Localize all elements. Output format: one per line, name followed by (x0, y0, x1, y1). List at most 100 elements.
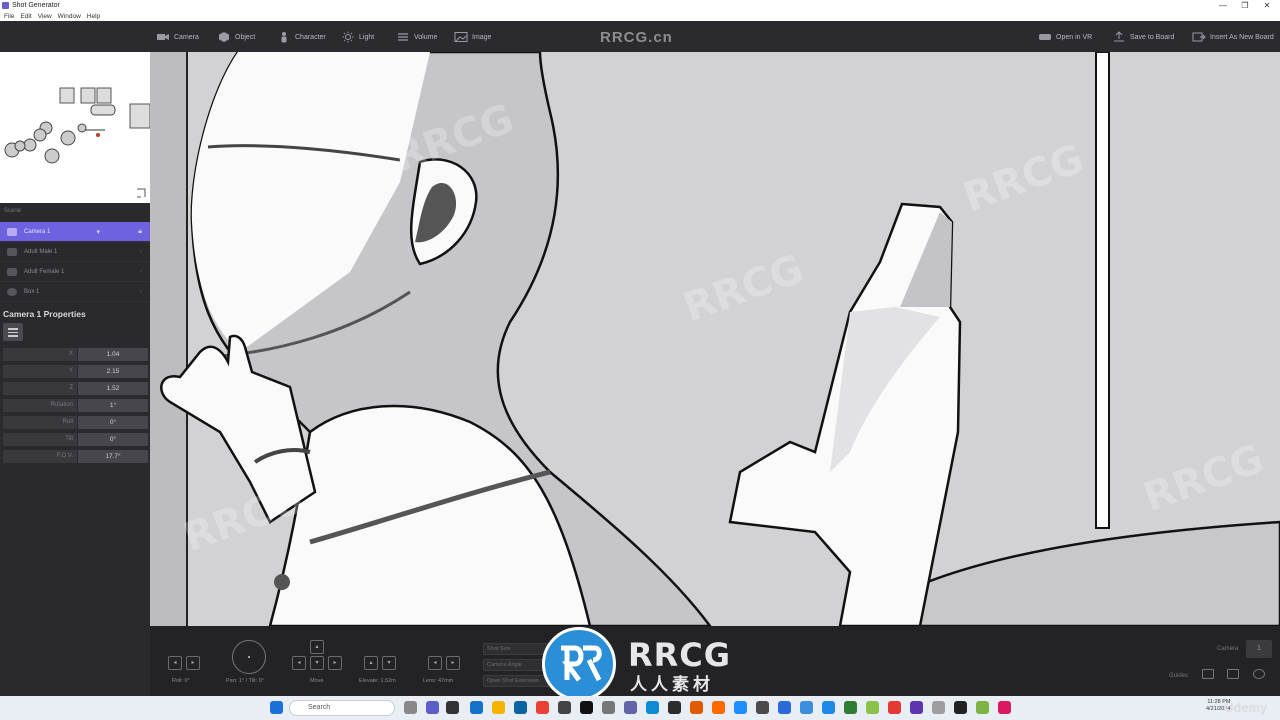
camera-angle-select[interactable]: Camera Angle (483, 659, 549, 671)
app-icon (2, 2, 9, 9)
maximize-button[interactable]: ❐ (1234, 0, 1256, 11)
person-icon (7, 268, 17, 276)
eye-guide-button[interactable] (1253, 669, 1265, 679)
move-up-button[interactable]: ▴ (310, 640, 324, 654)
app-icon[interactable] (470, 701, 483, 714)
camera-icon (157, 34, 169, 40)
add-object-button[interactable]: Object (217, 30, 255, 44)
app-icon[interactable] (998, 701, 1011, 714)
viewport-render: RRCG RRCG RRCG RRCG RRCG (150, 52, 1280, 626)
app-icon[interactable] (844, 701, 857, 714)
move-left-button[interactable]: ◂ (292, 656, 306, 670)
menu-icon[interactable] (3, 323, 23, 341)
save-to-board-button[interactable]: Save to Board (1112, 30, 1174, 44)
lock-icon[interactable]: 🔒︎ (138, 228, 142, 236)
person-icon (7, 248, 17, 256)
app-icon[interactable] (888, 701, 901, 714)
app-icon[interactable] (822, 701, 835, 714)
window-title: Shot Generator (12, 2, 60, 9)
watermark-logo: RRCG 人人素材 (542, 626, 742, 701)
teams-icon[interactable] (426, 701, 439, 714)
prop-y-field[interactable]: 2.15 (78, 365, 148, 378)
app-icon[interactable] (800, 701, 813, 714)
camera-icon (7, 228, 17, 236)
grid-guide-button[interactable] (1202, 669, 1214, 679)
add-image-button[interactable]: Image (454, 30, 491, 44)
image-icon (454, 32, 468, 42)
app-icon[interactable] (756, 701, 769, 714)
menu-edit[interactable]: Edit (20, 13, 31, 20)
app-icon[interactable] (932, 701, 945, 714)
prop-z-field[interactable]: 1.52 (78, 382, 148, 395)
move-down-button[interactable]: ▾ (310, 656, 324, 670)
prop-tilt: Tilt 0° (3, 433, 148, 447)
shot-extension-select[interactable]: Open Shot Extension (483, 675, 549, 687)
title-bar: Shot Generator — ❐ ✕ (0, 0, 1280, 11)
scene-item-adult-male[interactable]: Adult Male 1 › (0, 242, 150, 262)
add-volume-button[interactable]: Volume (396, 30, 437, 44)
app-icon[interactable] (976, 701, 989, 714)
prop-x-field[interactable]: 1.04 (78, 348, 148, 361)
close-button[interactable]: ✕ (1256, 0, 1278, 11)
chevron-down-icon[interactable]: ▾ (96, 228, 100, 236)
add-camera-button[interactable]: Camera (156, 30, 199, 44)
lens-in-button[interactable]: ▸ (446, 656, 460, 670)
unity-icon[interactable] (602, 701, 615, 714)
camera-label: Camera (1217, 646, 1239, 652)
app-icon[interactable] (690, 701, 703, 714)
prop-tilt-field[interactable]: 0° (78, 433, 148, 446)
expand-icon[interactable] (137, 188, 146, 198)
scene-item-box[interactable]: Box 1 › (0, 282, 150, 302)
add-character-button[interactable]: Character (277, 30, 326, 44)
menu-view[interactable]: View (38, 13, 52, 20)
minimize-button[interactable]: — (1212, 0, 1234, 11)
lens-out-button[interactable]: ◂ (428, 656, 442, 670)
app-icon[interactable] (954, 701, 967, 714)
taskbar-search[interactable]: Search (289, 700, 395, 716)
udemy-watermark: Udemy (1224, 700, 1268, 715)
elevate-up-button[interactable]: ▴ (364, 656, 378, 670)
edge-icon[interactable] (646, 701, 659, 714)
start-icon[interactable] (270, 701, 283, 714)
ds-icon[interactable] (446, 701, 459, 714)
app-icon[interactable] (712, 701, 725, 714)
app-icon[interactable] (778, 701, 791, 714)
folder-icon[interactable] (492, 701, 505, 714)
menu-file[interactable]: File (4, 13, 14, 20)
chrome-icon[interactable] (536, 701, 549, 714)
prop-rotation-field[interactable]: 1° (78, 399, 148, 412)
chevron-right-icon: › (139, 248, 142, 255)
roll-left-button[interactable]: ◂ (168, 656, 182, 670)
app-icon[interactable] (558, 701, 571, 714)
camera-viewport[interactable]: RRCG RRCG RRCG RRCG RRCG (150, 52, 1280, 626)
scene-item-adult-female[interactable]: Adult Female 1 › (0, 262, 150, 282)
menu-window[interactable]: Window (58, 13, 81, 20)
app-icon[interactable] (734, 701, 747, 714)
insert-as-new-board-button[interactable]: Insert As New Board (1192, 30, 1274, 44)
camera-number-field[interactable]: 1 (1246, 640, 1272, 658)
app-icon[interactable] (910, 701, 923, 714)
move-right-button[interactable]: ▸ (328, 656, 342, 670)
mail-icon[interactable] (514, 701, 527, 714)
prop-roll-field[interactable]: 0° (78, 416, 148, 429)
scene-minimap[interactable] (0, 52, 151, 203)
elevate-down-button[interactable]: ▾ (382, 656, 396, 670)
roll-right-button[interactable]: ▸ (186, 656, 200, 670)
properties-title: Camera 1 Properties (3, 309, 86, 319)
app-icon[interactable] (866, 701, 879, 714)
joystick-dot (248, 656, 250, 658)
app-icon[interactable] (668, 701, 681, 714)
menu-help[interactable]: Help (87, 13, 100, 20)
app-window: Shot Generator — ❐ ✕ File Edit View Wind… (0, 0, 1280, 720)
scene-label: Scene (4, 208, 22, 214)
prop-fov-field[interactable]: 17.7° (78, 450, 148, 463)
taskview-icon[interactable] (404, 701, 417, 714)
scene-item-camera[interactable]: Camera 1 ▾ 🔒︎ (0, 222, 150, 242)
logo-text: RRCG (628, 636, 732, 674)
app-icon[interactable] (580, 701, 593, 714)
discord-icon[interactable] (624, 701, 637, 714)
open-in-vr-button[interactable]: Open in VR (1038, 30, 1092, 44)
shot-size-select[interactable]: Shot Size (483, 643, 549, 655)
center-guide-button[interactable] (1227, 669, 1239, 679)
add-light-button[interactable]: Light (341, 30, 374, 44)
